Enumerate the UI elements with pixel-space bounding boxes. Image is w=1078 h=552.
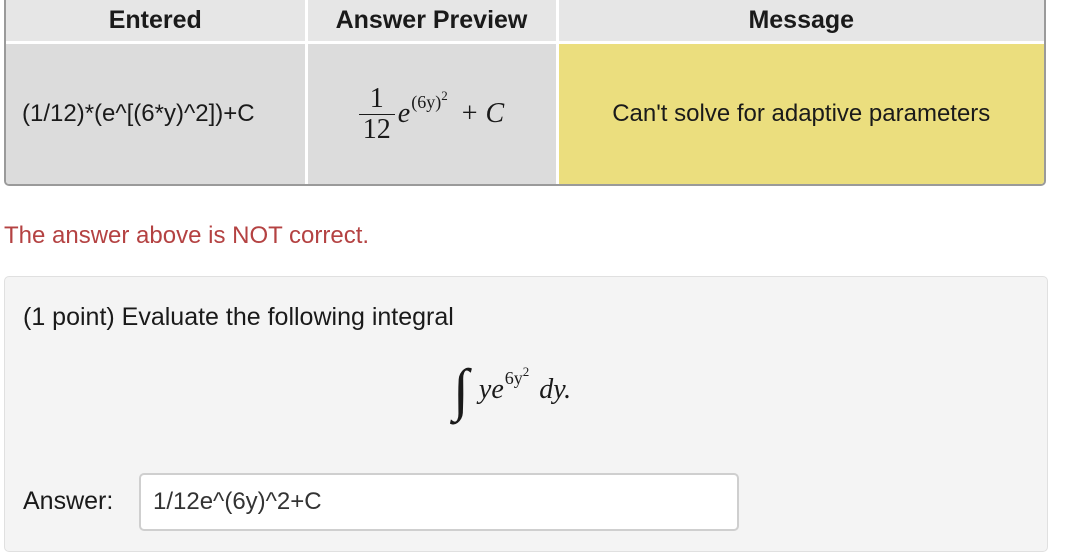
answer-preview-math: 1 12 e (6y)2 + C bbox=[358, 82, 505, 145]
header-message: Message bbox=[557, 0, 1044, 44]
results-table: Entered Answer Preview Message (1/12)*(e… bbox=[6, 0, 1044, 184]
preview-numerator: 1 bbox=[369, 82, 384, 114]
integrand-base: ye bbox=[478, 374, 504, 405]
integrand-exponent-power: 2 bbox=[522, 363, 530, 379]
entered-answer-cell: (1/12)*(e^[(6*y)^2])+C bbox=[6, 42, 308, 184]
header-entered: Entered bbox=[6, 0, 308, 44]
message-cell: Can't solve for adaptive parameters bbox=[557, 42, 1044, 184]
preview-plus: + bbox=[461, 98, 478, 129]
preview-exponent-power: 2 bbox=[441, 87, 448, 103]
preview-denominator: 12 bbox=[358, 113, 395, 145]
results-table-container: Entered Answer Preview Message (1/12)*(e… bbox=[4, 0, 1046, 186]
verdict-text: The answer above is NOT correct. bbox=[4, 222, 370, 249]
integral-differential: dy. bbox=[539, 374, 572, 405]
problem-prompt: (1 point) Evaluate the following integra… bbox=[23, 303, 454, 331]
answer-label: Answer: bbox=[23, 487, 114, 515]
answer-input[interactable] bbox=[139, 473, 739, 531]
answer-preview-cell: 1 12 e (6y)2 + C bbox=[306, 42, 559, 184]
preview-constant: C bbox=[485, 98, 505, 129]
integral-sign: ∫ bbox=[453, 357, 469, 422]
results-row: (1/12)*(e^[(6*y)^2])+C 1 12 e (6y)2 + C … bbox=[6, 42, 1044, 184]
preview-exponent: (6y)2 bbox=[411, 88, 448, 113]
results-header-row: Entered Answer Preview Message bbox=[6, 0, 1044, 44]
preview-exponent-text: (6y) bbox=[411, 91, 442, 112]
preview-base: e bbox=[397, 98, 411, 129]
preview-fraction: 1 12 bbox=[358, 82, 395, 145]
integrand-exponent: 6y2 bbox=[504, 364, 530, 389]
integrand-exponent-text: 6y bbox=[504, 367, 523, 388]
problem-panel: (1 point) Evaluate the following integra… bbox=[4, 276, 1048, 552]
integral-expression: ∫ ye 6y2 dy. bbox=[453, 361, 571, 419]
header-answer-preview: Answer Preview bbox=[306, 0, 559, 44]
